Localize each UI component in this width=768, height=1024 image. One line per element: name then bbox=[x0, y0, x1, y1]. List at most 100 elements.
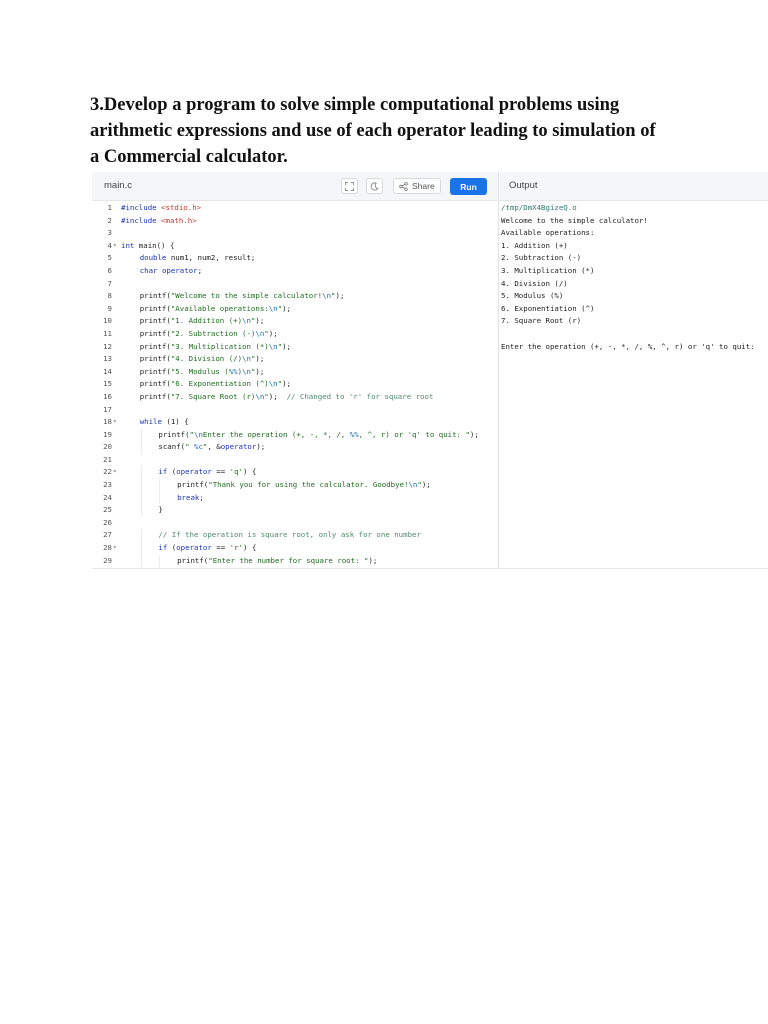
code-token: ); bbox=[282, 341, 291, 351]
line-number: 1 bbox=[107, 203, 112, 212]
run-button[interactable]: Run bbox=[450, 178, 487, 195]
line-number: 4 bbox=[107, 240, 112, 250]
fullscreen-button[interactable] bbox=[341, 178, 358, 194]
code-line: 7 bbox=[92, 278, 498, 291]
code-line: 10 printf("1. Addition (+)\n"); bbox=[92, 315, 498, 328]
code-token: printf( bbox=[158, 429, 190, 439]
code-text: // If the operation is square root, only… bbox=[158, 529, 421, 542]
fold-arrow-icon[interactable]: ▾ bbox=[113, 542, 117, 555]
code-token: 'q' bbox=[229, 467, 243, 477]
code-line: 26 bbox=[92, 517, 498, 530]
line-number: 16 bbox=[103, 391, 112, 401]
code-text: printf("4. Division (/)\n"); bbox=[140, 353, 265, 366]
code-line: 5 double num1, num2, result; bbox=[92, 252, 498, 265]
output-line: 2. Subtraction (-) bbox=[501, 253, 582, 263]
theme-moon-icon bbox=[370, 181, 379, 190]
line-number: 3 bbox=[107, 228, 112, 238]
code-token: ( bbox=[167, 467, 177, 477]
code-token: #include bbox=[121, 215, 162, 225]
output-line: 5. Modulus (%) bbox=[501, 291, 564, 301]
editor-pane: main.c Share Run 1 #include <stdio.h> 2 … bbox=[92, 172, 499, 568]
fold-arrow-icon[interactable]: ▾ bbox=[113, 466, 117, 479]
code-token: \n bbox=[255, 391, 265, 401]
code-token: \n bbox=[242, 366, 251, 376]
code-token: Enter the operation (+, -, *, /, bbox=[202, 429, 350, 439]
line-number: 8 bbox=[107, 291, 112, 301]
theme-toggle-button[interactable] bbox=[366, 178, 383, 194]
indent-guide bbox=[140, 554, 142, 568]
code-token: printf( bbox=[139, 379, 171, 389]
heading-line-2: arithmetic expressions and use of each o… bbox=[90, 121, 656, 141]
page-heading: 3.Develop a program to solve simple comp… bbox=[90, 92, 730, 170]
code-line: 20 scanf(" %c", &operator); bbox=[92, 441, 498, 454]
file-tab[interactable]: main.c bbox=[104, 180, 132, 191]
code-line: 12 printf("3. Multiplication (*)\n"); bbox=[92, 341, 498, 354]
code-token: int bbox=[121, 240, 135, 250]
code-token: num1, num2, result; bbox=[166, 253, 256, 263]
line-number: 25 bbox=[103, 505, 112, 515]
line-number: 20 bbox=[103, 442, 112, 452]
code-line: 15 printf("6. Exponentiation (^)\n"); bbox=[92, 378, 498, 391]
code-token: ); bbox=[255, 316, 265, 326]
code-line: 27 // If the operation is square root, on… bbox=[92, 529, 498, 543]
code-token: ); bbox=[282, 379, 291, 389]
code-token: printf( bbox=[139, 316, 171, 326]
line-number: 18 bbox=[103, 417, 112, 427]
code-token: printf( bbox=[139, 354, 171, 364]
output-title: Output bbox=[509, 180, 538, 191]
indent-guide bbox=[159, 479, 161, 492]
code-line: 6 char operator; bbox=[92, 265, 498, 278]
code-line: 9 printf("Available operations:\n"); bbox=[92, 303, 498, 316]
editor-toolbar: main.c Share Run bbox=[92, 172, 498, 201]
code-token: printf( bbox=[139, 341, 171, 351]
code-token: ); bbox=[255, 366, 265, 376]
code-token: "5. Modulus ( bbox=[170, 366, 229, 376]
code-line: 29 printf("Enter the number for square ro… bbox=[92, 554, 498, 568]
line-number: 7 bbox=[107, 278, 112, 288]
line-number: 26 bbox=[103, 517, 112, 527]
code-text: int main() { bbox=[121, 240, 174, 253]
code-token: 'r' bbox=[229, 543, 243, 553]
code-text: printf("Enter the number for square root… bbox=[177, 555, 377, 568]
code-token: <math.h> bbox=[161, 215, 197, 225]
code-token: #include bbox=[121, 203, 162, 212]
line-number: 14 bbox=[103, 366, 112, 376]
code-line: 11 printf("2. Subtraction (-)\n"); bbox=[92, 328, 498, 341]
code-token: ( bbox=[167, 543, 177, 553]
indent-guide bbox=[140, 466, 142, 480]
fold-arrow-icon[interactable]: ▾ bbox=[113, 416, 117, 429]
code-text: char operator; bbox=[140, 265, 202, 278]
line-number: 29 bbox=[103, 555, 112, 565]
line-number: 5 bbox=[107, 253, 112, 263]
code-token: \n bbox=[194, 429, 203, 439]
code-token: if bbox=[158, 467, 168, 477]
code-token: "6. Exponentiation (^) bbox=[170, 379, 269, 389]
code-area[interactable]: 1 #include <stdio.h> 2 #include <math.h> 3 4 ▾… bbox=[92, 202, 498, 568]
code-token: ) { bbox=[242, 467, 257, 477]
code-token: "Enter the number for square root: " bbox=[208, 555, 369, 565]
share-icon bbox=[399, 181, 408, 191]
share-button[interactable]: Share bbox=[393, 178, 441, 194]
fold-arrow-icon[interactable]: ▾ bbox=[113, 240, 117, 253]
code-token: printf( bbox=[139, 291, 171, 301]
code-token: printf( bbox=[139, 328, 171, 338]
code-token: // If the operation is square root, only… bbox=[158, 530, 421, 540]
code-token: } bbox=[158, 505, 163, 515]
heading-line-1: 3.Develop a program to solve simple comp… bbox=[90, 95, 620, 115]
code-token: ; bbox=[199, 492, 204, 502]
code-token: operator bbox=[220, 442, 257, 452]
code-token: \n bbox=[322, 291, 332, 301]
code-token: , ^, r) or 'q' to quit: " bbox=[358, 429, 470, 439]
code-token: operator bbox=[176, 467, 212, 477]
line-number: 28 bbox=[103, 543, 112, 553]
code-token: "1. Addition (+) bbox=[170, 316, 243, 326]
output-line: 7. Square Root (r) bbox=[501, 316, 582, 326]
code-token: == bbox=[211, 543, 230, 553]
code-token: ); bbox=[268, 328, 278, 338]
code-token: , & bbox=[207, 442, 221, 452]
code-token: "7. Square Root (r) bbox=[170, 391, 256, 401]
line-number: 9 bbox=[107, 303, 112, 313]
indent-guide bbox=[140, 428, 142, 442]
code-token: while bbox=[139, 417, 162, 427]
code-text: printf("5. Modulus (%%)\n"); bbox=[140, 366, 265, 379]
